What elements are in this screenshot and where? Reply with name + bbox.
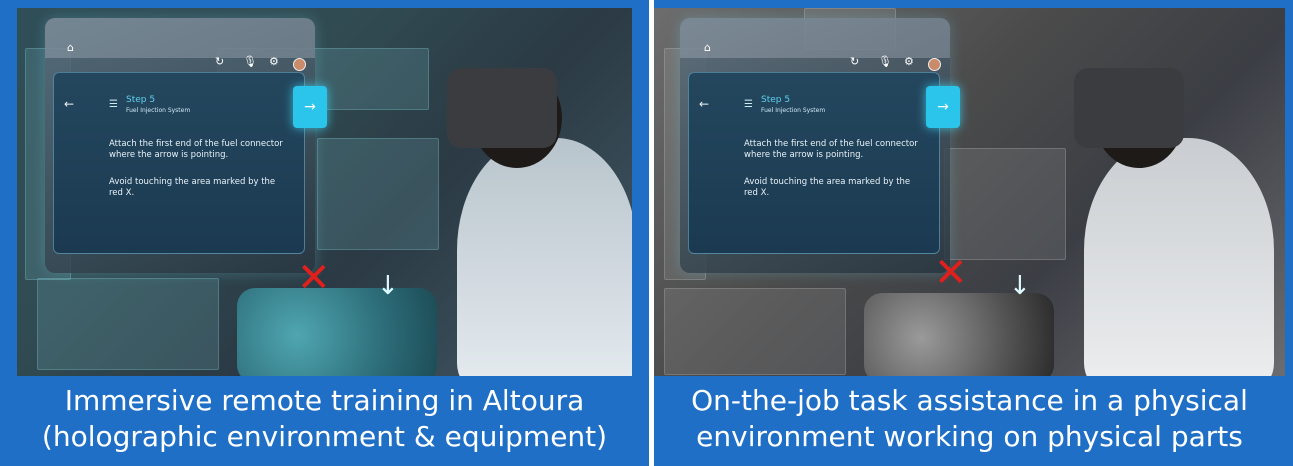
holographic-engine (237, 288, 437, 376)
caption-right: On-the-job task assistance in a physical… (654, 383, 1285, 455)
step-title: Step 5 (126, 95, 156, 105)
red-x-marker: ✕ (297, 255, 331, 301)
headset (1074, 68, 1184, 148)
photo-holographic-training: ⌂ ↻ 🎙 ⚙ ← ☰ Step 5 Fuel Injection System… (17, 8, 632, 376)
refresh-icon[interactable]: ↻ (850, 56, 859, 68)
list-icon[interactable]: ☰ (744, 99, 753, 110)
caption-line: Immersive remote training in Altoura (64, 384, 585, 417)
avatar[interactable] (293, 58, 306, 71)
caption-line: environment working on physical parts (696, 420, 1243, 453)
shelf (664, 288, 846, 375)
instruction-text-1: Attach the first end of the fuel connect… (744, 139, 918, 160)
mic-icon[interactable]: 🎙 (243, 56, 257, 68)
hologram-panel: ⌂ ↻ 🎙 ⚙ ← ☰ Step 5 Fuel Injection System… (680, 18, 950, 273)
shelf (317, 138, 439, 250)
caption-left: Immersive remote training in Altoura (ho… (0, 383, 649, 455)
instruction-text-2: Avoid touching the area marked by the re… (744, 177, 911, 198)
instruction-card: ← ☰ Step 5 Fuel Injection System Attach … (53, 72, 305, 254)
step-title: Step 5 (761, 95, 791, 105)
instruction-card: ← ☰ Step 5 Fuel Injection System Attach … (688, 72, 940, 254)
comparison-figure: ⌂ ↻ 🎙 ⚙ ← ☰ Step 5 Fuel Injection System… (0, 0, 1293, 466)
physical-engine (864, 293, 1054, 376)
hologram-panel: ⌂ ↻ 🎙 ⚙ ← ☰ Step 5 Fuel Injection System… (45, 18, 315, 273)
hologram-toolbar (45, 18, 315, 58)
list-icon[interactable]: ☰ (109, 99, 118, 110)
refresh-icon[interactable]: ↻ (215, 56, 224, 68)
mic-icon[interactable]: 🎙 (878, 56, 892, 68)
panel-left: ⌂ ↻ 🎙 ⚙ ← ☰ Step 5 Fuel Injection System… (0, 0, 649, 466)
back-arrow-icon[interactable]: ← (699, 97, 709, 111)
hologram-toolbar (680, 18, 950, 58)
caption-line: (holographic environment & equipment) (41, 420, 608, 453)
down-arrow-marker: ↓ (1009, 271, 1031, 301)
down-arrow-marker: ↓ (377, 271, 399, 301)
instruction-text-2: Avoid touching the area marked by the re… (109, 177, 276, 198)
shelf (37, 278, 219, 370)
next-arrow-icon[interactable]: → (926, 86, 960, 128)
settings-icon[interactable]: ⚙ (269, 56, 279, 68)
headset (447, 68, 557, 148)
home-icon[interactable]: ⌂ (67, 42, 74, 54)
shelf (944, 148, 1066, 260)
next-arrow-icon[interactable]: → (293, 86, 327, 128)
person (1084, 138, 1274, 376)
person (457, 138, 632, 376)
back-arrow-icon[interactable]: ← (64, 97, 74, 111)
photo-physical-environment: ⌂ ↻ 🎙 ⚙ ← ☰ Step 5 Fuel Injection System… (654, 8, 1285, 376)
step-subtitle: Fuel Injection System (761, 107, 826, 114)
step-subtitle: Fuel Injection System (126, 107, 191, 114)
settings-icon[interactable]: ⚙ (904, 56, 914, 68)
panel-right: ⌂ ↻ 🎙 ⚙ ← ☰ Step 5 Fuel Injection System… (654, 0, 1293, 466)
instruction-text-1: Attach the first end of the fuel connect… (109, 139, 283, 160)
caption-line: On-the-job task assistance in a physical (691, 384, 1248, 417)
home-icon[interactable]: ⌂ (704, 42, 711, 54)
red-x-marker: ✕ (934, 250, 968, 296)
avatar[interactable] (928, 58, 941, 71)
